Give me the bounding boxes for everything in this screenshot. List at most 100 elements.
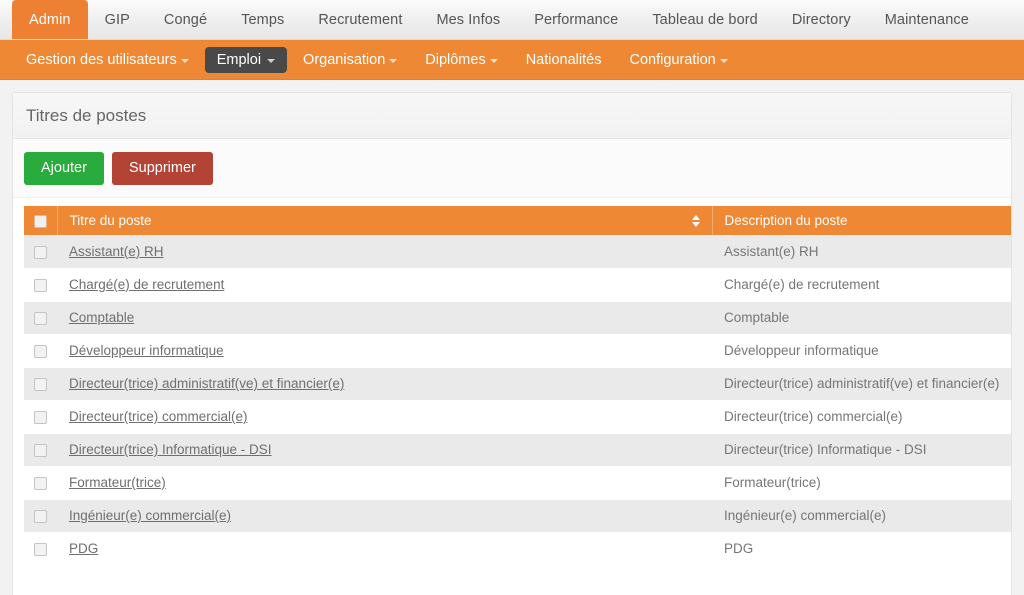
submenu-item-label: Gestion des utilisateurs [26, 52, 177, 68]
submenu-item-label: Nationalités [525, 52, 602, 68]
row-select-cell[interactable] [24, 235, 57, 269]
submenu-item-gestion-des-utilisateurs[interactable]: Gestion des utilisateurs [14, 47, 201, 73]
row-select-cell[interactable] [24, 532, 57, 566]
job-title-link[interactable]: Directeur(trice) administratif(ve) et fi… [69, 376, 344, 391]
row-select-cell[interactable] [24, 499, 57, 533]
nav-tab-performance[interactable]: Performance [517, 0, 635, 39]
select-all-checkbox[interactable] [33, 214, 47, 228]
row-checkbox[interactable] [34, 311, 47, 325]
job-description-cell: Chargé(e) de recrutement [712, 268, 1011, 302]
admin-submenu-bar: Gestion des utilisateurs Emploi Organisati… [0, 40, 1024, 80]
row-select-cell[interactable] [24, 433, 57, 467]
chevron-down-icon [489, 59, 498, 63]
table-row: Ingénieur(e) commercial(e) Ingénieur(e) c… [24, 499, 1011, 533]
nav-tab-cong[interactable]: Congé [147, 0, 224, 39]
job-title-link[interactable]: Formateur(trice) [69, 475, 166, 490]
table-row: Formateur(trice) Formateur(trice) [24, 466, 1011, 500]
submenu-item-dipl-mes[interactable]: Diplômes [413, 47, 509, 73]
job-title-cell: Formateur(trice) [57, 466, 712, 500]
job-title-link[interactable]: PDG [69, 541, 98, 556]
nav-tab-mes-infos[interactable]: Mes Infos [419, 0, 517, 39]
row-select-cell[interactable] [24, 367, 57, 401]
row-checkbox[interactable] [34, 278, 47, 292]
sort-ascending-descending-icon[interactable] [691, 214, 700, 227]
job-title-cell: Directeur(trice) administratif(ve) et fi… [57, 367, 712, 401]
job-description-cell: Directeur(trice) administratif(ve) et fi… [712, 367, 1011, 401]
panel-toolbar: Ajouter Supprimer [13, 139, 1011, 198]
job-title-link[interactable]: Développeur informatique [69, 343, 224, 358]
delete-button[interactable]: Supprimer [111, 152, 213, 185]
table-row: Directeur(trice) commercial(e) Directeur(… [24, 400, 1011, 434]
job-description-cell: PDG [712, 532, 1011, 566]
column-header-title-label: Titre du poste [69, 213, 152, 228]
row-select-cell[interactable] [24, 268, 57, 302]
job-description-cell: Directeur(trice) commercial(e) [712, 400, 1011, 434]
chevron-down-icon [180, 59, 189, 63]
job-titles-panel: Titres de postes Ajouter Supprimer Titre… [12, 92, 1012, 595]
row-checkbox[interactable] [34, 410, 47, 424]
select-all-header-cell[interactable] [24, 206, 58, 235]
job-title-link[interactable]: Chargé(e) de recrutement [69, 277, 224, 292]
column-header-description[interactable]: Description du poste [711, 206, 1011, 235]
add-button[interactable]: Ajouter [24, 152, 104, 185]
submenu-item-nationalit-s[interactable]: Nationalités [514, 47, 614, 73]
job-title-cell: Directeur(trice) commercial(e) [57, 400, 712, 434]
column-header-title[interactable]: Titre du poste [57, 206, 712, 235]
job-title-cell: Ingénieur(e) commercial(e) [57, 499, 712, 533]
table-row: Chargé(e) de recrutement Chargé(e) de rec… [24, 268, 1011, 302]
nav-tab-admin[interactable]: Admin [12, 0, 88, 39]
row-select-cell[interactable] [24, 301, 57, 335]
job-description-cell: Directeur(trice) Informatique - DSI [712, 433, 1011, 467]
nav-tab-directory[interactable]: Directory [775, 0, 868, 39]
panel-header: Titres de postes [13, 93, 1011, 139]
table-row: Directeur(trice) Informatique - DSI Direc… [24, 433, 1011, 467]
submenu-item-label: Configuration [629, 52, 716, 68]
table-row: Développeur informatique Développeur info… [24, 334, 1011, 368]
row-checkbox[interactable] [34, 476, 47, 490]
submenu-item-label: Organisation [303, 52, 386, 68]
table-row: Comptable Comptable [24, 301, 1011, 335]
job-title-cell: Développeur informatique [57, 334, 712, 368]
table-row: Assistant(e) RH Assistant(e) RH [24, 235, 1011, 269]
nav-tab-tableau-de-bord[interactable]: Tableau de bord [635, 0, 775, 39]
row-select-cell[interactable] [24, 466, 57, 500]
submenu-item-configuration[interactable]: Configuration [617, 47, 739, 73]
job-titles-table-container: Titre du poste Description du poste Assi… [13, 198, 1011, 588]
job-title-link[interactable]: Directeur(trice) Informatique - DSI [69, 442, 272, 457]
job-title-cell: Chargé(e) de recrutement [57, 268, 712, 302]
row-checkbox[interactable] [34, 509, 47, 523]
job-title-cell: Directeur(trice) Informatique - DSI [57, 433, 712, 467]
job-description-cell: Assistant(e) RH [712, 235, 1011, 269]
submenu-item-emploi[interactable]: Emploi [204, 47, 288, 73]
row-checkbox[interactable] [34, 245, 47, 259]
job-description-cell: Développeur informatique [712, 334, 1011, 368]
row-checkbox[interactable] [34, 443, 47, 457]
job-description-cell: Comptable [712, 301, 1011, 335]
row-select-cell[interactable] [24, 400, 57, 434]
nav-tab-maintenance[interactable]: Maintenance [868, 0, 986, 39]
row-checkbox[interactable] [34, 542, 47, 556]
table-row: Directeur(trice) administratif(ve) et fi… [24, 367, 1011, 401]
table-header-row: Titre du poste Description du poste [24, 206, 1011, 235]
table-row: PDG PDG [24, 532, 1011, 566]
job-titles-table: Titre du poste Description du poste Assi… [24, 206, 1011, 566]
table-body: Assistant(e) RH Assistant(e) RH Chargé(e) … [24, 235, 1011, 566]
chevron-down-icon [719, 59, 728, 63]
row-select-cell[interactable] [24, 334, 57, 368]
nav-tab-recrutement[interactable]: Recrutement [301, 0, 419, 39]
job-title-link[interactable]: Comptable [69, 310, 134, 325]
job-title-link[interactable]: Assistant(e) RH [69, 244, 164, 259]
main-navigation-bar: Admin GIP Congé Temps Recrutement Mes Infos Pe… [0, 0, 1024, 40]
submenu-item-organisation[interactable]: Organisation [291, 47, 409, 73]
row-checkbox[interactable] [34, 377, 47, 391]
nav-tab-gip[interactable]: GIP [88, 0, 147, 39]
row-checkbox[interactable] [34, 344, 47, 358]
chevron-down-icon [267, 59, 276, 63]
nav-tab-temps[interactable]: Temps [224, 0, 301, 39]
job-description-cell: Formateur(trice) [712, 466, 1011, 500]
chevron-down-icon [389, 59, 398, 63]
table-header: Titre du poste Description du poste [24, 206, 1011, 235]
page-title: Titres de postes [26, 105, 147, 125]
job-title-link[interactable]: Directeur(trice) commercial(e) [69, 409, 248, 424]
job-title-link[interactable]: Ingénieur(e) commercial(e) [69, 508, 231, 523]
